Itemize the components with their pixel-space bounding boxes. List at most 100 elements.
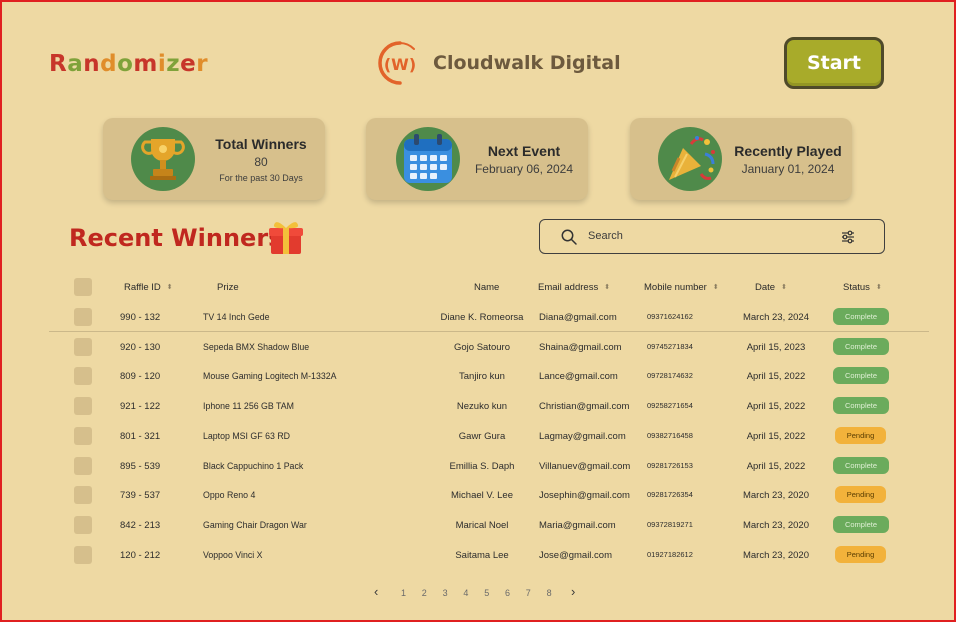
app-name-letter: i (157, 51, 167, 77)
party-popper-icon (658, 127, 722, 191)
app-name-letter: z (166, 51, 181, 77)
brand-name: Cloudwalk Digital (433, 52, 621, 74)
raffle-id-cell: 739 - 537 (120, 490, 161, 501)
page-number-7[interactable]: 7 (526, 588, 531, 598)
page-number-2[interactable]: 2 (422, 588, 427, 598)
name-cell: Diane K. Romeorsa (440, 312, 524, 323)
raffle-id-cell: 895 - 539 (120, 461, 161, 472)
start-button[interactable]: Start (784, 37, 884, 89)
row-checkbox[interactable] (74, 546, 92, 564)
row-checkbox[interactable] (74, 367, 92, 385)
email-cell: Maria@gmail.com (539, 520, 616, 531)
prize-cell: Black Cappuchino 1 Pack (203, 461, 304, 471)
section-title: Recent Winners (69, 224, 283, 252)
page-number-6[interactable]: 6 (505, 588, 510, 598)
total-winners-card: Total Winners 80 For the past 30 Days (103, 118, 325, 200)
name-cell: Gojo Satouro (454, 342, 510, 353)
status-badge: Complete (833, 338, 889, 355)
search-input[interactable]: Search (588, 230, 623, 242)
column-header-mobile[interactable]: Mobile number ⬍ (644, 282, 719, 293)
name-cell: Tanjiro kun (459, 371, 505, 382)
email-cell: Christian@gmail.com (539, 401, 630, 412)
header-label: Email address (538, 282, 599, 293)
sort-icon[interactable]: ⬍ (713, 283, 719, 291)
status-badge: Complete (833, 516, 889, 533)
status-badge: Complete (833, 397, 889, 414)
search-bar[interactable]: Search (539, 219, 885, 254)
prize-cell: Laptop MSI GF 63 RD (203, 431, 291, 441)
name-cell: Gawr Gura (458, 431, 506, 442)
prize-cell: Mouse Gaming Logitech M-1332A (203, 371, 337, 381)
email-cell: Diana@gmail.com (539, 312, 617, 323)
prize-cell: Iphone 11 256 GB TAM (203, 401, 294, 411)
prev-page-button[interactable]: ‹ (374, 584, 378, 599)
date-cell: April 15, 2022 (746, 461, 806, 472)
sort-icon[interactable]: ⬍ (604, 283, 610, 291)
app-name-letter: r (196, 51, 209, 77)
row-checkbox[interactable] (74, 516, 92, 534)
mobile-cell: 09745271834 (647, 342, 693, 351)
select-all-checkbox[interactable] (74, 278, 92, 296)
prize-cell: Voppoo Vinci X (203, 550, 263, 560)
date-cell: April 15, 2022 (746, 401, 806, 412)
row-checkbox[interactable] (74, 427, 92, 445)
prize-cell: TV 14 Inch Gede (203, 312, 270, 322)
brand-logo-icon: (W) (378, 41, 416, 85)
prize-cell: Gaming Chair Dragon War (203, 520, 307, 530)
email-cell: Josephin@gmail.com (539, 490, 630, 501)
page-number-4[interactable]: 4 (463, 588, 468, 598)
brand-mark-text: (W) (384, 55, 416, 74)
card-value: January 01, 2024 (741, 161, 835, 176)
email-cell: Lance@gmail.com (539, 371, 618, 382)
mobile-cell: 09372819271 (647, 520, 693, 529)
status-badge: Complete (833, 367, 889, 384)
name-cell: Saitama Lee (455, 550, 509, 561)
sort-icon[interactable]: ⬍ (876, 283, 882, 291)
raffle-id-cell: 809 - 120 (120, 371, 161, 382)
status-badge: Complete (833, 308, 889, 325)
mobile-cell: 09281726354 (647, 490, 693, 499)
date-cell: March 23, 2020 (742, 550, 809, 561)
email-cell: Jose@gmail.com (539, 550, 612, 561)
page-number-5[interactable]: 5 (484, 588, 489, 598)
trophy-icon (131, 127, 195, 191)
search-icon (561, 229, 577, 245)
row-checkbox[interactable] (74, 338, 92, 356)
header-label: Date (755, 282, 776, 293)
recently-played-card: Recently Played January 01, 2024 (630, 118, 852, 200)
raffle-id-cell: 921 - 122 (120, 401, 161, 412)
column-header-email[interactable]: Email address ⬍ (538, 282, 610, 293)
next-page-button[interactable]: › (571, 584, 575, 599)
gift-icon (269, 222, 303, 254)
app-name-letter: e (180, 51, 197, 77)
sort-icon[interactable]: ⬍ (781, 283, 787, 291)
email-cell: Lagmay@gmail.com (539, 431, 626, 442)
column-header-raffle-id[interactable]: Raffle ID ⬍ (124, 282, 173, 293)
row-checkbox[interactable] (74, 397, 92, 415)
row-checkbox[interactable] (74, 457, 92, 475)
row-divider (49, 331, 929, 332)
page-number-8[interactable]: 8 (547, 588, 552, 598)
app-name-letter: n (83, 51, 101, 77)
page-number-1[interactable]: 1 (401, 588, 406, 598)
mobile-cell: 09728174632 (647, 371, 693, 380)
column-header-name: Name (474, 282, 499, 293)
sort-icon[interactable]: ⬍ (167, 283, 173, 291)
mobile-cell: 09258271654 (647, 401, 693, 410)
date-cell: April 15, 2023 (746, 342, 806, 353)
prize-cell: Oppo Reno 4 (203, 490, 256, 500)
date-cell: March 23, 2020 (742, 490, 809, 501)
name-cell: Marical Noel (455, 520, 509, 531)
filter-icon[interactable] (840, 229, 856, 245)
app-logo: Randomizer (49, 51, 208, 77)
row-checkbox[interactable] (74, 486, 92, 504)
app-name-letter: R (49, 51, 68, 77)
card-subtitle: For the past 30 Days (219, 172, 303, 183)
raffle-id-cell: 801 - 321 (120, 431, 161, 442)
column-header-date[interactable]: Date ⬍ (755, 282, 787, 293)
column-header-prize: Prize (217, 282, 239, 293)
row-checkbox[interactable] (74, 308, 92, 326)
column-header-status[interactable]: Status ⬍ (843, 282, 882, 293)
name-cell: Michael V. Lee (451, 490, 513, 501)
page-number-3[interactable]: 3 (443, 588, 448, 598)
